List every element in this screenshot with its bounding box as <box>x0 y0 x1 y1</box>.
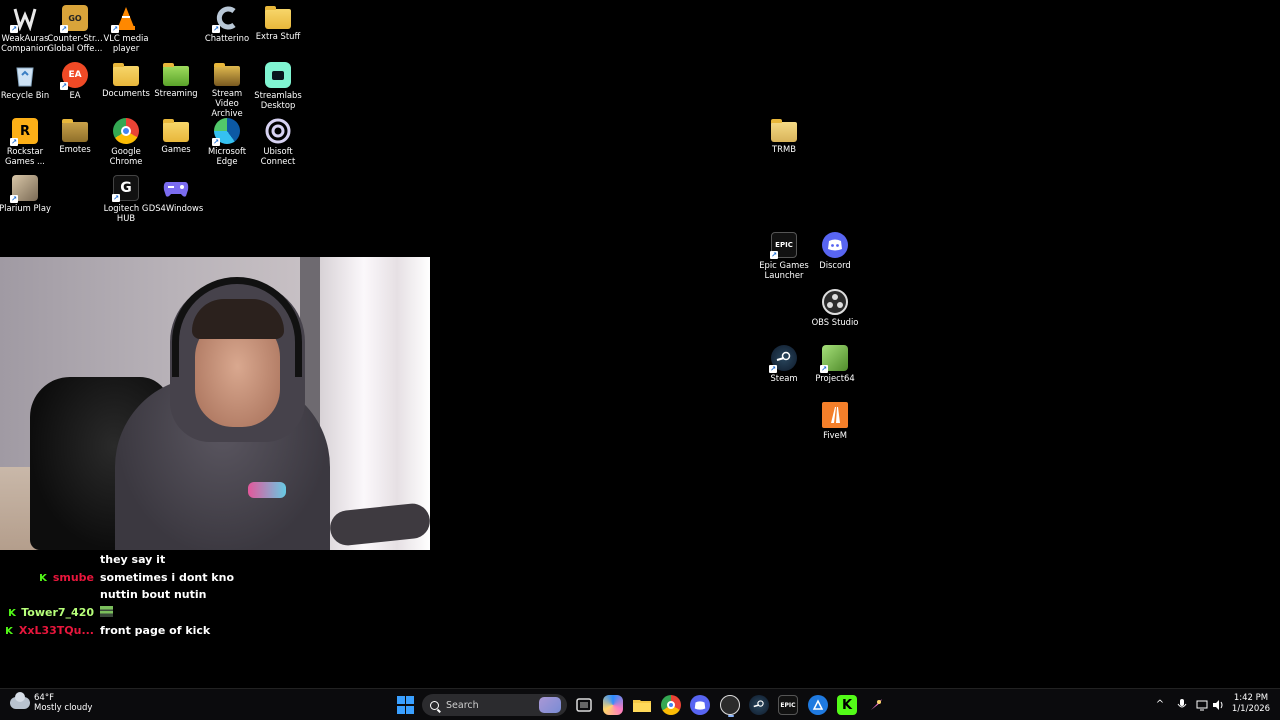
chrome-icon <box>113 118 139 144</box>
kick-badge-icon: K <box>8 608 16 619</box>
steam-shortcut[interactable]: ↗ Steam <box>758 345 810 383</box>
edge-icon: ↗ <box>212 118 240 146</box>
edge-shortcut[interactable]: ↗ Microsoft Edge <box>201 118 253 166</box>
chat-message: they say it <box>100 553 166 566</box>
folder-icon <box>265 6 291 29</box>
chatterino-icon: ↗ <box>212 5 240 33</box>
rocket-taskbar-button[interactable] <box>866 695 886 715</box>
epic-games-shortcut[interactable]: EPIC ↗ Epic Games Launcher <box>758 232 810 280</box>
kick-badge-icon: K <box>5 626 13 637</box>
plarium-icon: ↗ <box>10 175 38 203</box>
obs-taskbar-button[interactable] <box>720 695 740 717</box>
ds4windows-shortcut[interactable]: DS4Windows <box>149 175 203 213</box>
chat-message: K XxL33TQu... front page of kick <box>5 624 211 637</box>
chrome-taskbar-button[interactable] <box>661 695 681 715</box>
emote-icon <box>100 606 113 617</box>
games-folder[interactable]: Games <box>150 118 202 154</box>
fivem-shortcut[interactable]: FiveM <box>809 402 861 440</box>
logitech-icon: G ↗ <box>112 175 139 202</box>
folder-icon <box>771 119 797 142</box>
vlc-shortcut[interactable]: ↗ VLC media player <box>100 5 152 53</box>
search-highlight-icon <box>539 697 561 713</box>
chat-username: smube <box>52 571 94 584</box>
rockstar-icon: R ↗ <box>10 118 38 146</box>
rockstar-shortcut[interactable]: R ↗ Rockstar Games ... <box>0 118 51 166</box>
cloud-icon <box>10 692 30 709</box>
copilot-button[interactable] <box>603 695 623 715</box>
kick-badge-icon: K <box>39 573 47 584</box>
search-icon <box>430 700 439 710</box>
microphone-icon[interactable] <box>1176 699 1188 711</box>
extra-stuff-folder[interactable]: Extra Stuff <box>252 5 304 41</box>
streamlabs-icon <box>265 62 291 88</box>
stream-video-archive-folder[interactable]: Stream Video Archive <box>201 62 253 118</box>
ea-shortcut[interactable]: EA ↗ EA <box>49 62 101 100</box>
recycle-bin-icon <box>12 62 38 88</box>
project64-icon: ↗ <box>820 345 848 373</box>
folder-icon <box>163 119 189 142</box>
folder-icon <box>214 63 240 86</box>
azure-taskbar-button[interactable] <box>808 695 828 715</box>
kick-taskbar-button[interactable]: K <box>837 695 857 715</box>
start-button[interactable] <box>395 695 415 715</box>
project64-shortcut[interactable]: ↗ Project64 <box>809 345 861 383</box>
csgo-shortcut[interactable]: GO ↗ Counter-Str... Global Offe... <box>47 5 103 53</box>
epic-icon: EPIC ↗ <box>770 232 797 259</box>
webcam-overlay <box>0 257 430 550</box>
folder-icon <box>163 63 189 86</box>
discord-shortcut[interactable]: Discord <box>809 232 861 270</box>
streaming-folder[interactable]: Streaming <box>150 62 202 98</box>
steam-taskbar-button[interactable] <box>749 695 769 715</box>
taskbar: 64°F Mostly cloudy Search EPIC K ^ 1:42 … <box>0 688 1280 720</box>
folder-icon <box>113 63 139 86</box>
gamepad-icon <box>163 175 189 201</box>
chat-message: K smube sometimes i dont kno <box>39 571 235 584</box>
ubisoft-shortcut[interactable]: Ubisoft Connect <box>252 118 304 166</box>
streamlabs-shortcut[interactable]: Streamlabs Desktop <box>252 62 304 110</box>
emotes-folder[interactable]: Emotes <box>49 118 101 154</box>
weakauras-icon: ↗ <box>10 5 38 33</box>
clock[interactable]: 1:42 PM 1/1/2026 <box>1228 693 1274 715</box>
task-view-button[interactable] <box>574 695 594 715</box>
chat-username: Tower7_420 <box>21 606 94 619</box>
file-explorer-button[interactable] <box>632 695 652 715</box>
weather-widget[interactable]: 64°F Mostly cloudy <box>10 692 92 713</box>
chrome-shortcut[interactable]: Google Chrome <box>100 118 152 166</box>
documents-folder[interactable]: Documents <box>100 62 152 98</box>
search-box[interactable]: Search <box>422 694 567 716</box>
fivem-icon <box>822 402 848 428</box>
vlc-icon: ↗ <box>111 5 139 33</box>
chat-message: nuttin bout nutin <box>100 588 207 601</box>
chat-username: XxL33TQu... <box>18 624 94 637</box>
ea-icon: EA ↗ <box>60 62 88 90</box>
chatterino-shortcut[interactable]: ↗ Chatterino <box>201 5 253 43</box>
plarium-shortcut[interactable]: ↗ Plarium Play <box>0 175 51 213</box>
desktop: ↗ WeakAuras Companion Recycle Bin R ↗ Roc… <box>0 0 1280 688</box>
tray-chevron-icon[interactable]: ^ <box>1154 699 1166 711</box>
obs-icon <box>822 289 848 315</box>
trmb-folder[interactable]: TRMB <box>758 118 810 154</box>
weakauras-shortcut[interactable]: ↗ WeakAuras Companion <box>0 5 51 53</box>
csgo-icon: GO ↗ <box>60 5 88 33</box>
ubisoft-icon <box>265 118 291 144</box>
folder-icon <box>62 119 88 142</box>
discord-taskbar-button[interactable] <box>690 695 710 715</box>
discord-icon <box>822 232 848 258</box>
network-icon[interactable] <box>1196 699 1208 711</box>
steam-icon: ↗ <box>769 345 797 373</box>
logitech-shortcut[interactable]: G ↗ Logitech G HUB <box>100 175 152 223</box>
recycle-bin-shortcut[interactable]: Recycle Bin <box>0 62 51 100</box>
obs-shortcut[interactable]: OBS Studio <box>809 289 861 327</box>
volume-icon[interactable] <box>1212 699 1224 711</box>
epic-taskbar-button[interactable]: EPIC <box>778 695 798 715</box>
chat-message: K Tower7_420 <box>0 605 430 622</box>
